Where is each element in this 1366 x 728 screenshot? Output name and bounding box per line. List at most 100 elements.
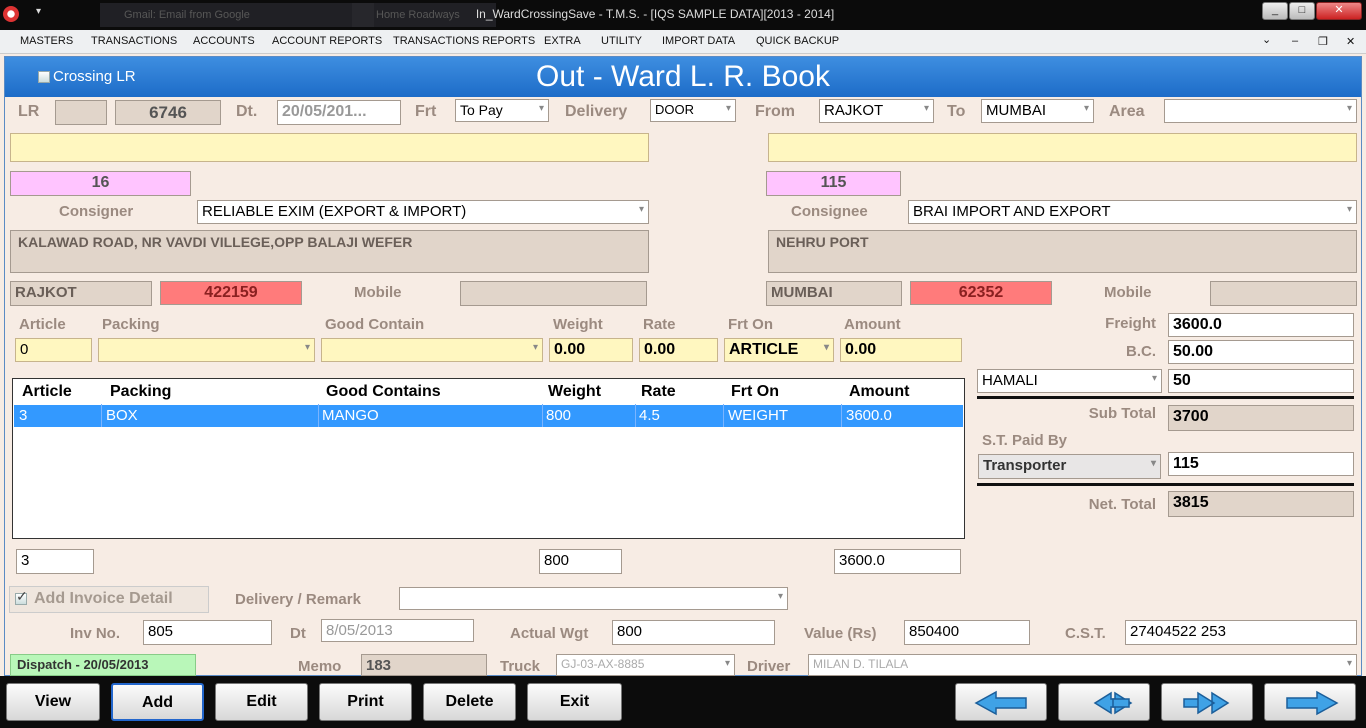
cell-rate: 4.5 bbox=[639, 407, 660, 424]
weight-input[interactable]: 0.00 bbox=[549, 338, 633, 362]
consignee-search-field[interactable] bbox=[768, 133, 1357, 162]
delete-button[interactable]: Delete bbox=[423, 683, 516, 721]
frt-select[interactable]: To Pay bbox=[455, 99, 549, 122]
view-button[interactable]: View bbox=[6, 683, 100, 721]
total-amount-field[interactable]: 3600.0 bbox=[834, 549, 961, 574]
date-field[interactable]: 20/05/201... bbox=[277, 100, 401, 125]
hamali-field[interactable]: 50 bbox=[1168, 369, 1354, 393]
to-select[interactable]: MUMBAI bbox=[981, 99, 1094, 123]
lr-prefix-field[interactable] bbox=[55, 100, 107, 125]
mdi-close-icon[interactable]: ✕ bbox=[1346, 35, 1355, 48]
grid-header-amount[interactable]: Amount bbox=[849, 383, 909, 401]
consigner-mobile-label: Mobile bbox=[354, 284, 402, 301]
good-contain-select[interactable] bbox=[321, 338, 543, 362]
add-button[interactable]: Add bbox=[111, 683, 204, 721]
consigner-address-field[interactable]: KALAWAD ROAD, NR VAVDI VILLEGE,OPP BALAJ… bbox=[10, 230, 649, 273]
edit-button[interactable]: Edit bbox=[215, 683, 308, 721]
grid-header-weight[interactable]: Weight bbox=[548, 383, 601, 401]
st-field[interactable]: 115 bbox=[1168, 452, 1354, 476]
menu-bar: MASTERS TRANSACTIONS ACCOUNTS ACCOUNT RE… bbox=[0, 30, 1366, 54]
add-invoice-detail-label: Add Invoice Detail bbox=[34, 590, 173, 607]
menu-import-data[interactable]: IMPORT DATA bbox=[662, 35, 735, 47]
consigner-code-field[interactable]: 16 bbox=[10, 171, 191, 196]
mdi-minimize-icon[interactable]: – bbox=[1292, 35, 1298, 47]
consignee-city-field[interactable]: MUMBAI bbox=[766, 281, 902, 306]
actual-wgt-field[interactable]: 800 bbox=[612, 620, 775, 645]
consigner-pin-field[interactable]: 422159 bbox=[160, 281, 302, 305]
grid-header-frt-on[interactable]: Frt On bbox=[731, 383, 779, 401]
add-invoice-detail-checkbox[interactable]: ✓ Add Invoice Detail bbox=[9, 586, 209, 613]
menu-account-reports[interactable]: ACCOUNT REPORTS bbox=[272, 35, 382, 47]
total-weight-field[interactable]: 800 bbox=[539, 549, 622, 574]
inv-dt-field[interactable]: 8/05/2013 bbox=[321, 619, 474, 642]
packing-select[interactable] bbox=[98, 338, 315, 362]
menu-transactions-reports[interactable]: TRANSACTIONS REPORTS bbox=[393, 35, 535, 47]
total-article-field[interactable]: 3 bbox=[16, 549, 94, 574]
consigner-mobile-field[interactable] bbox=[460, 281, 647, 306]
next-record-button[interactable] bbox=[1161, 683, 1253, 721]
rate-input[interactable]: 0.00 bbox=[639, 338, 718, 362]
consigner-name-select[interactable]: RELIABLE EXIM (EXPORT & IMPORT) bbox=[197, 200, 649, 224]
consigner-label: Consigner bbox=[59, 203, 134, 220]
truck-label: Truck bbox=[500, 658, 541, 675]
menu-masters[interactable]: MASTERS bbox=[20, 35, 73, 47]
consigner-city-field[interactable]: RAJKOT bbox=[10, 281, 152, 306]
freight-field[interactable]: 3600.0 bbox=[1168, 313, 1354, 337]
consignee-code-field[interactable]: 115 bbox=[766, 171, 901, 196]
lr-number-field[interactable]: 6746 bbox=[115, 100, 221, 125]
page-title: Out - Ward L. R. Book bbox=[536, 60, 830, 93]
minimize-button[interactable]: _ bbox=[1262, 2, 1288, 20]
grid-header-packing[interactable]: Packing bbox=[110, 383, 171, 401]
consignee-mobile-field[interactable] bbox=[1210, 281, 1357, 306]
dispatch-status-badge: Dispatch - 20/05/2013 bbox=[10, 654, 196, 676]
consignee-name-select[interactable]: BRAI IMPORT AND EXPORT bbox=[908, 200, 1357, 224]
items-grid[interactable]: Article Packing Good Contains Weight Rat… bbox=[12, 378, 965, 539]
driver-select[interactable]: MILAN D. TILALA bbox=[808, 654, 1357, 676]
article-input[interactable]: 0 bbox=[15, 338, 92, 362]
cst-field[interactable]: 27404522 253 bbox=[1125, 620, 1357, 645]
area-select[interactable] bbox=[1164, 99, 1357, 123]
from-label: From bbox=[755, 103, 795, 120]
delivery-remark-select[interactable] bbox=[399, 587, 788, 610]
menu-transactions[interactable]: TRANSACTIONS bbox=[91, 35, 177, 47]
menu-utility[interactable]: UTILITY bbox=[601, 35, 642, 47]
consignee-address-field[interactable]: NEHRU PORT bbox=[768, 230, 1357, 273]
menu-extra[interactable]: EXTRA bbox=[544, 35, 581, 47]
value-label: Value (Rs) bbox=[804, 625, 877, 642]
actual-wgt-label: Actual Wgt bbox=[510, 625, 589, 642]
double-arrow-left-icon bbox=[1093, 691, 1133, 715]
hamali-select[interactable]: HAMALI bbox=[977, 369, 1162, 393]
previous-record-button[interactable] bbox=[1058, 683, 1150, 721]
print-button[interactable]: Print bbox=[319, 683, 412, 721]
menu-accounts[interactable]: ACCOUNTS bbox=[193, 35, 255, 47]
first-record-button[interactable] bbox=[955, 683, 1047, 721]
grid-header-article[interactable]: Article bbox=[22, 383, 72, 401]
chevron-down-icon[interactable]: ⌄ bbox=[1262, 33, 1271, 46]
table-row[interactable]: 3 BOX MANGO 800 4.5 WEIGHT 3600.0 bbox=[14, 405, 963, 427]
inv-no-field[interactable]: 805 bbox=[143, 620, 272, 645]
subtotal-field[interactable]: 3700 bbox=[1168, 405, 1354, 431]
maximize-button[interactable]: □ bbox=[1289, 2, 1315, 20]
consignee-pin-field[interactable]: 62352 bbox=[910, 281, 1052, 305]
grid-divider bbox=[723, 404, 724, 427]
bc-field[interactable]: 50.00 bbox=[1168, 340, 1354, 364]
close-button[interactable]: ✕ bbox=[1316, 2, 1362, 20]
memo-field[interactable]: 183 bbox=[361, 654, 487, 676]
frt-on-select[interactable]: ARTICLE bbox=[724, 338, 834, 362]
consigner-search-field[interactable] bbox=[10, 133, 649, 162]
grid-divider bbox=[635, 404, 636, 427]
grid-header-good-contains[interactable]: Good Contains bbox=[326, 383, 441, 401]
good-contain-label: Good Contain bbox=[325, 316, 425, 333]
delivery-select[interactable]: DOOR bbox=[650, 99, 736, 122]
exit-button[interactable]: Exit bbox=[527, 683, 622, 721]
grid-header-rate[interactable]: Rate bbox=[641, 383, 676, 401]
menu-quick-backup[interactable]: QUICK BACKUP bbox=[756, 35, 839, 47]
last-record-button[interactable] bbox=[1264, 683, 1356, 721]
amount-input[interactable]: 0.00 bbox=[840, 338, 962, 362]
mdi-restore-icon[interactable]: ❐ bbox=[1318, 35, 1328, 48]
st-paid-by-select[interactable]: Transporter bbox=[978, 454, 1161, 479]
from-select[interactable]: RAJKOT bbox=[819, 99, 934, 123]
net-total-field[interactable]: 3815 bbox=[1168, 491, 1354, 517]
truck-select[interactable]: GJ-03-AX-8885 bbox=[556, 654, 735, 676]
value-field[interactable]: 850400 bbox=[904, 620, 1030, 645]
